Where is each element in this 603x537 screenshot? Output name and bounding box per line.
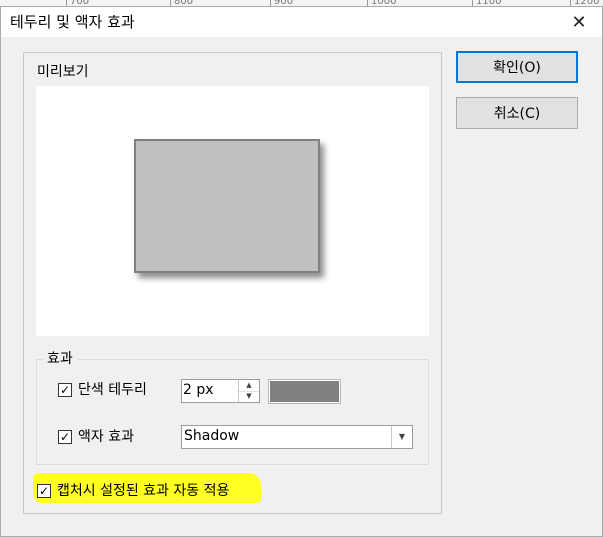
close-button[interactable]: ✕	[556, 7, 602, 37]
border-width-value[interactable]: 2 px	[182, 382, 214, 398]
checkmark-icon: ✓	[59, 382, 71, 397]
border-color-swatch[interactable]	[268, 379, 341, 404]
cancel-button[interactable]: 취소(C)	[456, 97, 578, 129]
frame-effect-select[interactable]: Shadow ▼	[181, 425, 413, 449]
close-icon: ✕	[571, 11, 587, 33]
frame-effect-selected: Shadow	[184, 428, 240, 444]
ok-button-label: 확인(O)	[493, 60, 541, 76]
effects-group-label: 효과	[43, 350, 77, 368]
frame-effect-checkbox[interactable]: ✓	[58, 430, 72, 444]
cancel-button-label: 취소(C)	[493, 106, 541, 122]
checkmark-icon: ✓	[59, 429, 71, 444]
border-width-stepper[interactable]: 2 px ▲ ▼	[181, 379, 260, 403]
frame-effect-label: 액자 효과	[78, 429, 134, 445]
solid-border-label: 단색 테두리	[78, 382, 147, 398]
caret-up-icon: ▲	[246, 381, 252, 389]
preview-sample-image	[134, 139, 320, 273]
caret-down-icon: ▼	[246, 392, 252, 400]
chevron-down-icon: ▼	[398, 432, 406, 441]
dialog-title: 테두리 및 액자 효과	[10, 13, 135, 31]
auto-apply-checkbox[interactable]: ✓	[37, 484, 51, 498]
stepper-buttons: ▲ ▼	[238, 380, 259, 402]
title-bar[interactable]: 테두리 및 액자 효과 ✕	[1, 7, 602, 37]
preview-group: 미리보기 효과 ✓ 단색 테두리 2 px ▲ ▼ ✓ 액자 효과 Shadow…	[23, 52, 442, 514]
ok-button[interactable]: 확인(O)	[456, 51, 578, 83]
stepper-down-button[interactable]: ▼	[239, 391, 259, 402]
checkmark-icon: ✓	[38, 483, 50, 498]
preview-canvas	[36, 86, 429, 336]
solid-border-checkbox[interactable]: ✓	[58, 383, 72, 397]
dropdown-button[interactable]: ▼	[391, 426, 412, 448]
auto-apply-label: 캡처시 설정된 효과 자동 적용	[57, 483, 230, 499]
border-color-fill	[270, 381, 339, 402]
border-frame-dialog: 테두리 및 액자 효과 ✕ 미리보기 효과 ✓ 단색 테두리 2 px ▲ ▼	[0, 6, 603, 537]
effects-group: 효과 ✓ 단색 테두리 2 px ▲ ▼ ✓ 액자 효과 Shadow ▼	[36, 350, 429, 465]
preview-label: 미리보기	[37, 64, 89, 80]
